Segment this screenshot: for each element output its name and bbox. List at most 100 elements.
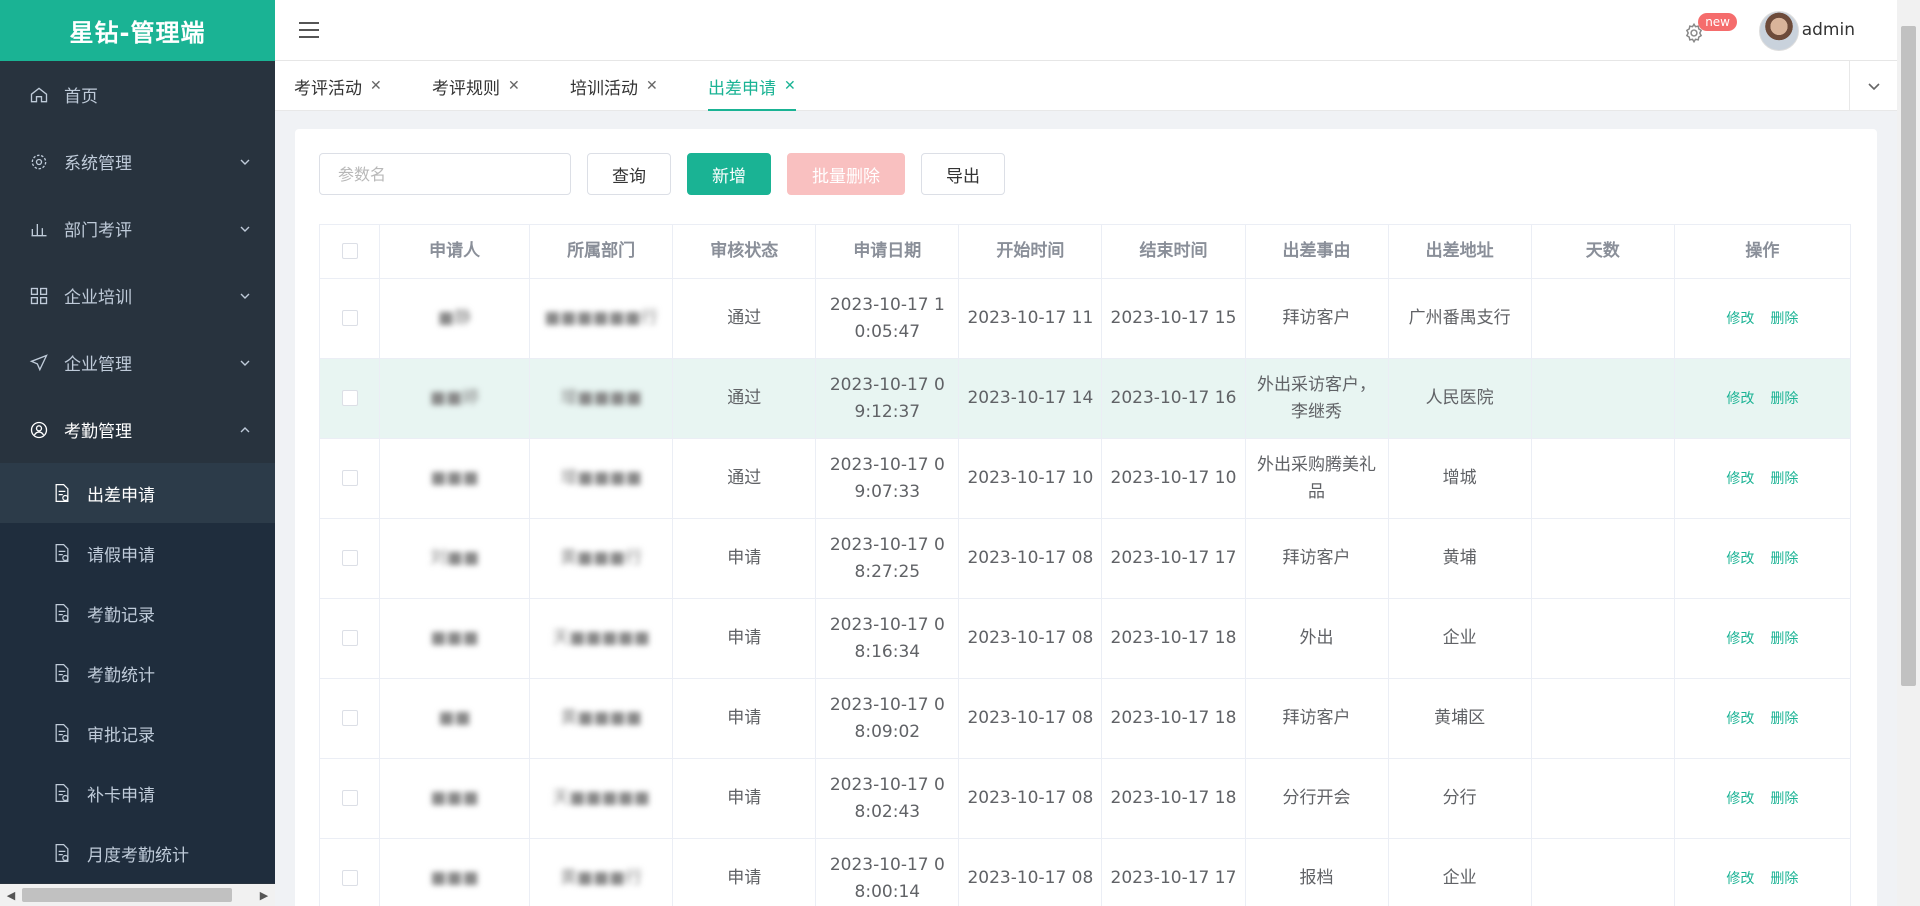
submenu-item[interactable]: 考勤统计 <box>0 643 275 703</box>
delete-link[interactable]: 删除 <box>1770 391 1798 407</box>
close-icon[interactable]: ✕ <box>646 78 658 94</box>
top-header: new admin <box>275 0 1897 61</box>
tab-evaluation-rules[interactable]: 考评规则 ✕ <box>432 61 520 111</box>
page-vertical-scrollbar[interactable] <box>1897 0 1920 906</box>
edit-link[interactable]: 修改 <box>1726 631 1754 647</box>
cell-text: 广州番禺支行 <box>1408 308 1511 328</box>
close-icon[interactable]: ✕ <box>508 78 520 94</box>
row-checkbox-cell[interactable] <box>318 278 381 359</box>
table-row[interactable]: ■静 ■■■■■■行 通过 2023-10-17 10:05:47 2023-10-17… <box>318 278 1852 359</box>
row-checkbox-cell[interactable] <box>318 518 381 599</box>
table-row[interactable]: ■■■ 天■■■■■ 申请 2023-10-17 08:02:43 2023-10-17… <box>318 758 1852 839</box>
checkbox[interactable] <box>341 710 358 726</box>
sidebar-item[interactable]: 首页 <box>0 61 275 128</box>
delete-link[interactable]: 删除 <box>1770 791 1798 807</box>
delete-link[interactable]: 删除 <box>1770 631 1798 647</box>
query-button[interactable]: 查询 <box>587 153 671 195</box>
scrollbar-thumb[interactable] <box>22 888 232 902</box>
delete-link[interactable]: 删除 <box>1770 551 1798 567</box>
table-row[interactable]: ■■■ 天■■■■■ 申请 2023-10-17 08:16:34 2023-10-17… <box>318 598 1852 679</box>
table-row[interactable]: ■■ 黄■■■■ 申请 2023-10-17 08:09:02 2023-10-17 0… <box>318 678 1852 759</box>
search-input[interactable] <box>319 153 571 195</box>
hamburger-menu-icon[interactable] <box>299 22 319 38</box>
row-checkbox-cell[interactable] <box>318 358 381 439</box>
sidebar-item[interactable]: 部门考评 <box>0 195 275 262</box>
row-checkbox-cell[interactable] <box>318 678 381 759</box>
sidebar-item[interactable]: 考勤管理 <box>0 396 275 463</box>
checkbox[interactable] <box>341 390 358 406</box>
checkbox[interactable] <box>341 310 358 326</box>
edit-link[interactable]: 修改 <box>1726 551 1754 567</box>
edit-link[interactable]: 修改 <box>1726 391 1754 407</box>
cell-start: 2023-10-17 14 <box>958 358 1103 439</box>
delete-link[interactable]: 删除 <box>1770 711 1798 727</box>
export-button[interactable]: 导出 <box>921 153 1005 195</box>
close-icon[interactable]: ✕ <box>784 78 796 94</box>
delete-link[interactable]: 删除 <box>1770 871 1798 887</box>
checkbox[interactable] <box>341 470 358 486</box>
cell-end: 2023-10-17 15 <box>1101 278 1246 359</box>
sidebar-horizontal-scrollbar[interactable]: ◀ ▶ <box>0 884 275 906</box>
table-row[interactable]: ■■■ 黄■■■行 申请 2023-10-17 08:00:14 2023-10-17 … <box>318 838 1852 906</box>
sidebar: 星钻-管理端 首页 系统管理 部门考评 企业培训 企业管理 考勤管理 出差申请 请假申请 考勤记… <box>0 0 275 906</box>
table-row[interactable]: ■■婷 增■■■■ 通过 2023-10-17 09:12:37 2023-10-17 … <box>318 358 1852 439</box>
user-avatar[interactable] <box>1759 11 1799 51</box>
cell-dept: 增■■■■ <box>529 358 674 439</box>
row-checkbox-cell[interactable] <box>318 838 381 906</box>
cell-text: 通过 <box>727 468 762 488</box>
add-button[interactable]: 新增 <box>687 153 771 195</box>
cell-dept: 黄■■■行 <box>529 838 674 906</box>
submenu-item[interactable]: 补卡申请 <box>0 763 275 823</box>
cell-address: 人民医院 <box>1387 358 1532 439</box>
tab-training-activity[interactable]: 培训活动 ✕ <box>570 61 658 111</box>
grid-icon <box>28 285 50 307</box>
cell-text: 2023-10-17 14 <box>967 388 1094 408</box>
batch-delete-button[interactable]: 批量删除 <box>787 153 905 195</box>
col-header: 天数 <box>1530 224 1675 279</box>
delete-link[interactable]: 删除 <box>1770 311 1798 327</box>
sidebar-item[interactable]: 企业培训 <box>0 262 275 329</box>
cell-apply_date: 2023-10-17 08:16:34 <box>815 598 960 679</box>
cell-reason: 拜访客户 <box>1244 278 1389 359</box>
document-icon <box>52 723 72 743</box>
row-checkbox-cell[interactable] <box>318 758 381 839</box>
select-all-checkbox-cell[interactable] <box>318 224 381 279</box>
submenu-item[interactable]: 请假申请 <box>0 523 275 583</box>
submenu-item[interactable]: 月度考勤统计 <box>0 823 275 883</box>
submenu-item[interactable]: 出差申请 <box>0 463 275 523</box>
checkbox[interactable] <box>341 870 358 886</box>
tab-business-trip[interactable]: 出差申请 ✕ <box>708 61 796 111</box>
cell-text: 通过 <box>727 388 762 408</box>
edit-link[interactable]: 修改 <box>1726 471 1754 487</box>
scroll-left-arrow-icon[interactable]: ◀ <box>0 884 22 906</box>
tab-more-dropdown[interactable] <box>1849 61 1897 111</box>
close-icon[interactable]: ✕ <box>370 78 382 94</box>
cell-text: 2023-10-17 08:00:14 <box>829 854 945 902</box>
checkbox[interactable] <box>341 243 358 259</box>
checkbox[interactable] <box>341 790 358 806</box>
edit-link[interactable]: 修改 <box>1726 711 1754 727</box>
row-checkbox-cell[interactable] <box>318 438 381 519</box>
sidebar-item-label: 首页 <box>64 87 98 107</box>
table-row[interactable]: 刘■■ 黄■■■行 申请 2023-10-17 08:27:25 2023-10-17 … <box>318 518 1852 599</box>
edit-link[interactable]: 修改 <box>1726 311 1754 327</box>
row-checkbox-cell[interactable] <box>318 598 381 679</box>
edit-link[interactable]: 修改 <box>1726 871 1754 887</box>
edit-link[interactable]: 修改 <box>1726 791 1754 807</box>
checkbox[interactable] <box>341 550 358 566</box>
delete-link[interactable]: 删除 <box>1770 471 1798 487</box>
username[interactable]: admin <box>1802 20 1855 40</box>
submenu-item[interactable]: 审批记录 <box>0 703 275 763</box>
cell-text: ■■婷 <box>430 388 480 408</box>
submenu-item[interactable]: 考勤记录 <box>0 583 275 643</box>
tab-evaluation-activity[interactable]: 考评活动 ✕ <box>294 61 382 111</box>
scrollbar-thumb[interactable] <box>1901 26 1916 686</box>
sidebar-item[interactable]: 企业管理 <box>0 329 275 396</box>
cell-status: 通过 <box>672 278 817 359</box>
sidebar-item[interactable]: 系统管理 <box>0 128 275 195</box>
cell-days <box>1530 518 1675 599</box>
checkbox[interactable] <box>341 630 358 646</box>
cell-text: 2023-10-17 08 <box>967 708 1094 728</box>
table-row[interactable]: ■■■ 增■■■■ 通过 2023-10-17 09:07:33 2023-10-17 … <box>318 438 1852 519</box>
scroll-right-arrow-icon[interactable]: ▶ <box>253 884 275 906</box>
